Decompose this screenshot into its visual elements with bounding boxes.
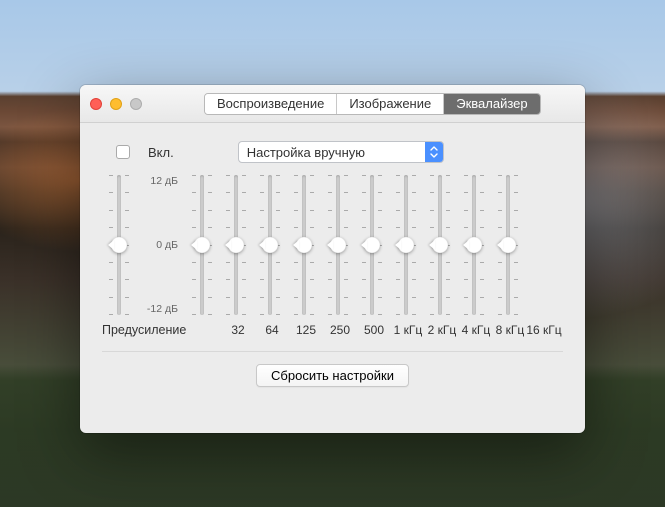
preamp-column bbox=[102, 175, 136, 315]
slider-thumb[interactable] bbox=[398, 237, 414, 253]
band-label: 500 bbox=[364, 323, 384, 337]
titlebar: Воспроизведение Изображение Эквалайзер bbox=[80, 85, 585, 123]
tab-group: Воспроизведение Изображение Эквалайзер bbox=[204, 93, 541, 115]
scale-mid: 0 дБ bbox=[156, 239, 178, 251]
scale-max: 12 дБ bbox=[150, 175, 178, 187]
band-slider[interactable] bbox=[370, 175, 374, 315]
divider bbox=[102, 351, 563, 352]
band-slider[interactable] bbox=[268, 175, 272, 315]
slider-thumb[interactable] bbox=[432, 237, 448, 253]
preset-value: Настройка вручную bbox=[247, 145, 365, 160]
band-label: 2 кГц bbox=[428, 323, 457, 337]
band-column bbox=[186, 175, 218, 315]
band-column bbox=[390, 175, 422, 315]
db-scale: 12 дБ 0 дБ -12 дБ bbox=[140, 175, 182, 315]
chevron-up-down-icon[interactable] bbox=[425, 142, 443, 162]
band-column bbox=[220, 175, 252, 315]
enable-checkbox[interactable] bbox=[116, 145, 130, 159]
preamp-slider[interactable] bbox=[117, 175, 121, 315]
band-label: 32 bbox=[231, 323, 244, 337]
preferences-window: Воспроизведение Изображение Эквалайзер В… bbox=[80, 85, 585, 433]
band-slider[interactable] bbox=[234, 175, 238, 315]
band-column bbox=[322, 175, 354, 315]
eq-sliders: 12 дБ 0 дБ -12 дБ bbox=[102, 175, 563, 315]
band-slider[interactable] bbox=[404, 175, 408, 315]
band-slider[interactable] bbox=[302, 175, 306, 315]
band-label: 16 кГц bbox=[526, 323, 561, 337]
tab-playback[interactable]: Воспроизведение bbox=[205, 94, 337, 114]
slider-thumb[interactable] bbox=[330, 237, 346, 253]
band-slider[interactable] bbox=[336, 175, 340, 315]
band-column bbox=[254, 175, 286, 315]
band-column bbox=[458, 175, 490, 315]
band-slider[interactable] bbox=[200, 175, 204, 315]
traffic-lights bbox=[90, 98, 142, 110]
slider-thumb[interactable] bbox=[296, 237, 312, 253]
band-column bbox=[492, 175, 524, 315]
slider-thumb[interactable] bbox=[466, 237, 482, 253]
slider-thumb[interactable] bbox=[111, 237, 127, 253]
band-slider[interactable] bbox=[506, 175, 510, 315]
band-slider[interactable] bbox=[472, 175, 476, 315]
zoom-icon bbox=[130, 98, 142, 110]
band-label: 8 кГц bbox=[496, 323, 525, 337]
tab-equalizer[interactable]: Эквалайзер bbox=[444, 94, 539, 114]
band-slider[interactable] bbox=[438, 175, 442, 315]
slider-thumb[interactable] bbox=[262, 237, 278, 253]
minimize-icon[interactable] bbox=[110, 98, 122, 110]
equalizer-panel: Вкл. Настройка вручную bbox=[80, 123, 585, 401]
band-column bbox=[356, 175, 388, 315]
band-label: 4 кГц bbox=[462, 323, 491, 337]
preamp-label: Предусиление bbox=[102, 323, 180, 337]
band-label: 1 кГц bbox=[394, 323, 423, 337]
reset-button[interactable]: Сбросить настройки bbox=[256, 364, 409, 387]
slider-thumb[interactable] bbox=[364, 237, 380, 253]
enable-label: Вкл. bbox=[148, 145, 174, 160]
scale-min: -12 дБ bbox=[147, 303, 178, 315]
slider-thumb[interactable] bbox=[500, 237, 516, 253]
preset-select[interactable]: Настройка вручную bbox=[238, 141, 444, 163]
band-column bbox=[288, 175, 320, 315]
band-column bbox=[424, 175, 456, 315]
tab-image[interactable]: Изображение bbox=[337, 94, 444, 114]
band-label: 64 bbox=[265, 323, 278, 337]
close-icon[interactable] bbox=[90, 98, 102, 110]
band-label: 125 bbox=[296, 323, 316, 337]
slider-thumb[interactable] bbox=[194, 237, 210, 253]
slider-thumb[interactable] bbox=[228, 237, 244, 253]
band-label: 250 bbox=[330, 323, 350, 337]
